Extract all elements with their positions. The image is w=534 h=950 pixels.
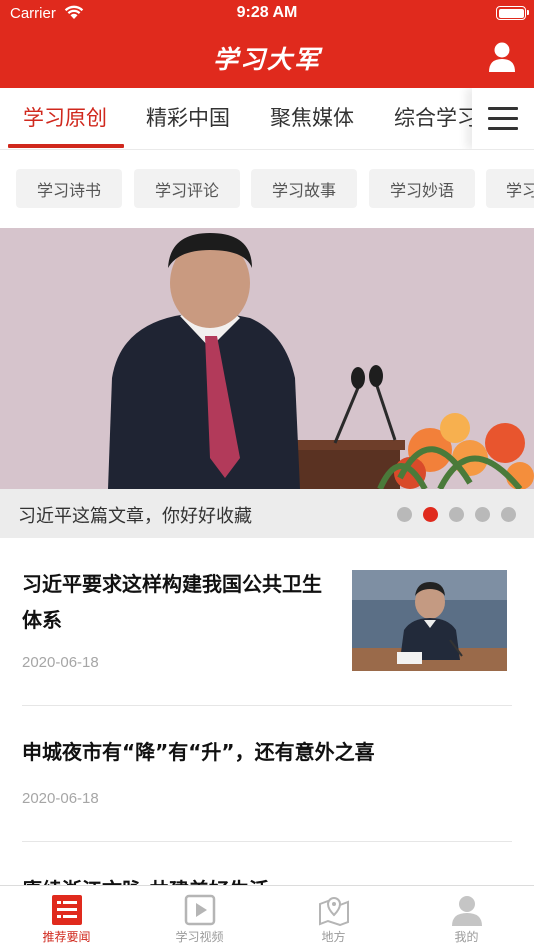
app-logo: 学习大军 xyxy=(212,45,321,74)
carousel-dot-active[interactable] xyxy=(423,507,438,522)
nav-label: 我的 xyxy=(454,930,479,944)
menu-icon xyxy=(488,106,518,131)
nav-profile[interactable]: 我的 xyxy=(400,886,533,950)
subtag-chip[interactable]: 学习妙语 xyxy=(369,169,475,208)
nav-local[interactable]: 地方 xyxy=(267,886,400,950)
article-item[interactable]: 申城夜市有“降”有“升”，还有意外之喜 2020-06-18 xyxy=(22,706,512,842)
profile-icon xyxy=(451,896,482,926)
nav-label: 地方 xyxy=(321,930,346,944)
article-thumbnail xyxy=(352,570,507,671)
user-icon[interactable] xyxy=(488,42,516,72)
status-bar: Carrier 9:28 AM xyxy=(0,0,534,28)
subtag-row: 学习诗书 学习评论 学习故事 学习妙语 学习 xyxy=(0,150,534,228)
video-icon xyxy=(184,894,215,926)
nav-label: 推荐要闻 xyxy=(42,930,91,944)
battery-icon xyxy=(496,6,529,20)
tab-jujiao-meiti[interactable]: 聚焦媒体 xyxy=(270,102,354,132)
tab-jingcai-zhongguo[interactable]: 精彩中国 xyxy=(146,102,230,132)
subtag-chip[interactable]: 学习 xyxy=(486,169,534,208)
channel-menu-button[interactable] xyxy=(472,88,534,149)
banner-caption-bar: 习近平这篇文章，你好好收藏 xyxy=(0,489,534,538)
tab-zonghe-xuexi[interactable]: 综合学习 xyxy=(394,102,478,132)
map-icon xyxy=(318,896,349,926)
app-header: Carrier 9:28 AM 学习大军 xyxy=(0,0,534,88)
banner-image xyxy=(0,228,534,489)
subtag-chip[interactable]: 学习评论 xyxy=(134,169,240,208)
channel-tabs: 学习原创 精彩中国 聚焦媒体 综合学习 xyxy=(0,88,534,150)
nav-news[interactable]: 推荐要闻 xyxy=(0,886,133,950)
banner-carousel[interactable]: 习近平这篇文章，你好好收藏 xyxy=(0,228,534,538)
carousel-dot[interactable] xyxy=(449,507,464,522)
active-tab-indicator xyxy=(8,144,124,148)
nav-label: 学习视频 xyxy=(175,930,224,944)
carousel-dot[interactable] xyxy=(501,507,516,522)
banner-caption: 习近平这篇文章，你好好收藏 xyxy=(18,506,252,527)
article-date: 2020-06-18 xyxy=(22,790,99,807)
status-time: 9:28 AM xyxy=(236,4,298,21)
subtag-chip[interactable]: 学习故事 xyxy=(251,169,357,208)
article-title: 习近平要求这样构建我国公共卫生体系 xyxy=(22,572,322,632)
carousel-dot[interactable] xyxy=(397,507,412,522)
bottom-nav: 推荐要闻 学习视频 地方 我的 xyxy=(0,885,534,950)
tab-xuexi-yuanchuang[interactable]: 学习原创 xyxy=(23,102,107,132)
carousel-dot[interactable] xyxy=(475,507,490,522)
nav-video[interactable]: 学习视频 xyxy=(133,886,266,950)
subtag-chip[interactable]: 学习诗书 xyxy=(16,169,122,208)
article-date: 2020-06-18 xyxy=(22,654,99,671)
news-icon xyxy=(51,895,82,925)
article-title: 申城夜市有“降”有“升”，还有意外之喜 xyxy=(22,740,375,764)
